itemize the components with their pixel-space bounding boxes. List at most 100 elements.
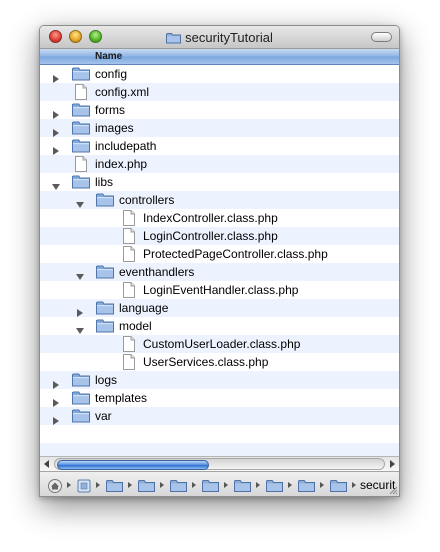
file-row[interactable]: ProtectedPageController.class.php: [40, 245, 399, 263]
folder-icon: [72, 390, 90, 405]
disclosure-collapsed-icon[interactable]: [52, 412, 60, 425]
folder-row[interactable]: includepath: [40, 137, 399, 155]
path-separator-icon: [224, 482, 228, 488]
resize-grip-icon[interactable]: [388, 485, 398, 495]
home-icon[interactable]: [48, 479, 62, 496]
disclosure-collapsed-icon[interactable]: [52, 376, 60, 389]
item-name: UserServices.class.php: [143, 355, 269, 369]
folder-row[interactable]: forms: [40, 101, 399, 119]
folder-row[interactable]: logs: [40, 371, 399, 389]
disclosure-collapsed-icon[interactable]: [76, 304, 84, 317]
file-row[interactable]: config.xml: [40, 83, 399, 101]
document-icon: [122, 210, 140, 226]
disclosure-expanded-icon[interactable]: [76, 196, 84, 208]
disclosure-collapsed-icon[interactable]: [52, 70, 60, 83]
folder-icon: [72, 372, 90, 387]
document-icon: [122, 246, 140, 262]
toolbar-toggle-button[interactable]: [371, 32, 392, 42]
scroll-left-arrow-icon[interactable]: [44, 460, 50, 468]
folder-row[interactable]: model: [40, 317, 399, 335]
folder-row[interactable]: controllers: [40, 191, 399, 209]
scroll-track[interactable]: [54, 458, 385, 470]
folder-row[interactable]: images: [40, 119, 399, 137]
document-icon: [74, 156, 92, 172]
path-separator-icon: [288, 482, 292, 488]
folder-icon[interactable]: [266, 479, 283, 496]
file-row[interactable]: LoginController.class.php: [40, 227, 399, 245]
drive-icon[interactable]: [77, 479, 91, 496]
path-separator-icon: [320, 482, 324, 488]
folder-icon[interactable]: [330, 479, 347, 496]
folder-icon: [72, 408, 90, 423]
scroll-thumb[interactable]: [57, 460, 209, 470]
folder-icon: [96, 318, 114, 333]
item-name: templates: [95, 391, 148, 405]
empty-row: [40, 425, 399, 443]
path-separator-icon: [128, 482, 132, 488]
path-separator-icon: [160, 482, 164, 488]
folder-icon: [72, 102, 90, 117]
item-name: libs: [95, 175, 114, 189]
item-name: model: [119, 319, 152, 333]
folder-icon: [72, 120, 90, 135]
disclosure-collapsed-icon[interactable]: [52, 124, 60, 137]
path-separator-icon: [192, 482, 196, 488]
folder-icon[interactable]: [202, 479, 219, 496]
item-name: IndexController.class.php: [143, 211, 278, 225]
item-name: index.php: [95, 157, 148, 171]
item-name: images: [95, 121, 134, 135]
item-name: includepath: [95, 139, 157, 153]
folder-row[interactable]: templates: [40, 389, 399, 407]
folder-icon[interactable]: [106, 479, 123, 496]
disclosure-expanded-icon[interactable]: [76, 268, 84, 280]
horizontal-scrollbar[interactable]: [40, 456, 399, 471]
document-icon: [74, 84, 92, 100]
item-name: controllers: [119, 193, 175, 207]
folder-icon: [72, 138, 90, 153]
folder-row[interactable]: libs: [40, 173, 399, 191]
folder-row[interactable]: var: [40, 407, 399, 425]
file-list: config config.xml forms images includepath in…: [40, 65, 399, 460]
folder-icon: [72, 174, 90, 189]
disclosure-expanded-icon[interactable]: [52, 178, 60, 190]
folder-icon: [96, 192, 114, 207]
item-name: eventhandlers: [119, 265, 195, 279]
folder-icon: [96, 264, 114, 279]
disclosure-collapsed-icon[interactable]: [52, 394, 60, 407]
folder-row[interactable]: eventhandlers: [40, 263, 399, 281]
file-row[interactable]: LoginEventHandler.class.php: [40, 281, 399, 299]
title-bar[interactable]: securityTutorial: [40, 26, 399, 49]
item-name: config: [95, 67, 128, 81]
folder-row[interactable]: config: [40, 65, 399, 83]
window-title: securityTutorial: [185, 30, 273, 45]
window-title-group: securityTutorial: [40, 29, 399, 46]
folder-icon[interactable]: [170, 479, 187, 496]
folder-icon[interactable]: [298, 479, 315, 496]
path-separator-icon: [96, 482, 100, 488]
column-header-name[interactable]: Name: [40, 49, 399, 65]
document-icon: [122, 228, 140, 244]
document-icon: [122, 354, 140, 370]
disclosure-collapsed-icon[interactable]: [52, 106, 60, 119]
folder-icon: [96, 300, 114, 315]
file-row[interactable]: UserServices.class.php: [40, 353, 399, 371]
item-name: var: [95, 409, 112, 423]
file-row[interactable]: CustomUserLoader.class.php: [40, 335, 399, 353]
document-icon: [122, 336, 140, 352]
item-name: LoginEventHandler.class.php: [143, 283, 299, 297]
file-row[interactable]: IndexController.class.php: [40, 209, 399, 227]
folder-row[interactable]: language: [40, 299, 399, 317]
path-separator-icon: [256, 482, 260, 488]
item-name: LoginController.class.php: [143, 229, 278, 243]
folder-icon: [72, 66, 90, 81]
path-separator-icon: [67, 482, 71, 488]
item-name: ProtectedPageController.class.php: [143, 247, 328, 261]
folder-icon[interactable]: [138, 479, 155, 496]
folder-icon[interactable]: [234, 479, 251, 496]
disclosure-collapsed-icon[interactable]: [52, 142, 60, 155]
item-name: CustomUserLoader.class.php: [143, 337, 301, 351]
file-row[interactable]: index.php: [40, 155, 399, 173]
scroll-right-arrow-icon[interactable]: [389, 460, 395, 468]
disclosure-expanded-icon[interactable]: [76, 322, 84, 334]
item-name: logs: [95, 373, 118, 387]
